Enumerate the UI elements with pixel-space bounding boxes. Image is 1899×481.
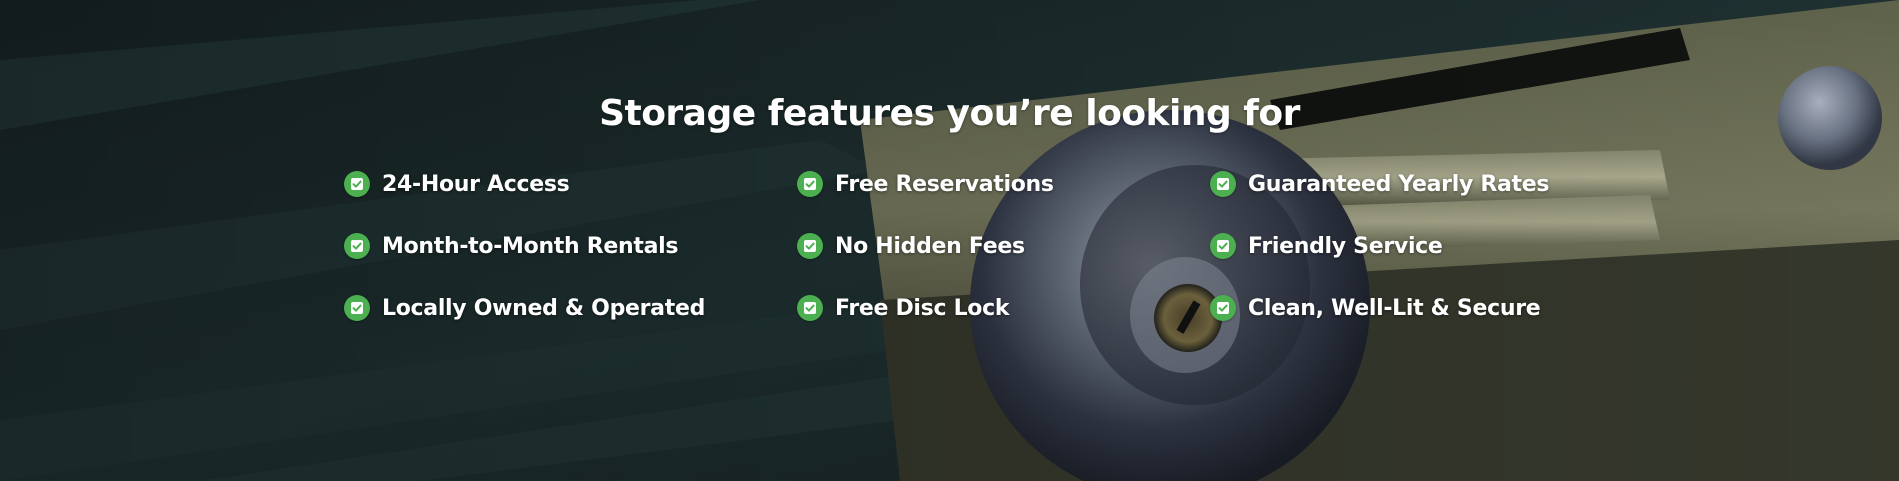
feature-item-24-hour-access: 24-Hour Access (344, 164, 570, 204)
features-content: Storage features you’re looking for 24-H… (0, 0, 1899, 481)
feature-item-guaranteed-yearly-rates: Guaranteed Yearly Rates (1210, 164, 1549, 204)
checkbox-icon (1210, 171, 1236, 197)
feature-label: No Hidden Fees (835, 233, 1025, 259)
feature-label: Guaranteed Yearly Rates (1248, 171, 1550, 197)
checkbox-icon (344, 233, 370, 259)
checkbox-icon (797, 295, 823, 321)
checkbox-icon (797, 171, 823, 197)
feature-label: Friendly Service (1248, 233, 1443, 259)
feature-label: 24-Hour Access (382, 171, 570, 197)
feature-label: Month-to-Month Rentals (382, 233, 679, 259)
feature-item-no-hidden-fees: No Hidden Fees (797, 226, 1025, 266)
feature-item-clean-well-lit-secure: Clean, Well-Lit & Secure (1210, 288, 1541, 328)
storage-features-section: Storage features you’re looking for 24-H… (0, 0, 1899, 481)
feature-label: Free Reservations (835, 171, 1054, 197)
feature-item-friendly-service: Friendly Service (1210, 226, 1443, 266)
checkbox-icon (797, 233, 823, 259)
feature-item-month-to-month-rentals: Month-to-Month Rentals (344, 226, 678, 266)
checkbox-icon (1210, 295, 1236, 321)
checkbox-icon (344, 295, 370, 321)
feature-item-free-reservations: Free Reservations (797, 164, 1054, 204)
checkbox-icon (1210, 233, 1236, 259)
feature-label: Locally Owned & Operated (382, 295, 706, 321)
feature-item-locally-owned: Locally Owned & Operated (344, 288, 705, 328)
feature-label: Clean, Well-Lit & Secure (1248, 295, 1541, 321)
section-title: Storage features you’re looking for (599, 93, 1300, 134)
feature-item-free-disc-lock: Free Disc Lock (797, 288, 1009, 328)
feature-label: Free Disc Lock (835, 295, 1010, 321)
checkbox-icon (344, 171, 370, 197)
